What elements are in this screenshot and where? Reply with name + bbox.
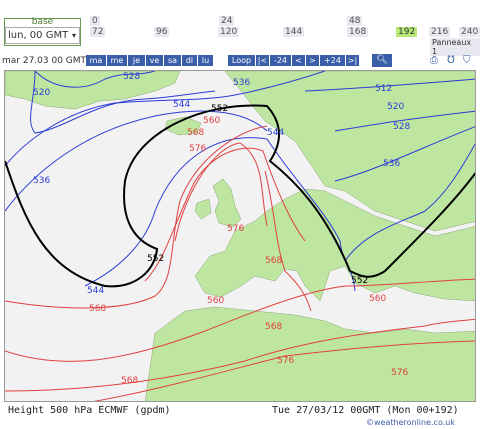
base-label: base (31, 17, 54, 27)
label-blue: 528 (123, 72, 140, 82)
label-red: 576 (391, 368, 408, 378)
hour-120[interactable]: 120 (218, 27, 240, 37)
flash-icon[interactable]: ℧ (447, 55, 455, 66)
day-di[interactable]: di (182, 55, 198, 66)
bookmark-icon[interactable]: ⛉ (463, 55, 471, 66)
label-red: 560 (89, 304, 106, 314)
day-sa[interactable]: sa (164, 55, 182, 66)
label-red: 560 (369, 294, 386, 304)
hour-24[interactable]: 24 (219, 16, 235, 26)
zoom-icon[interactable]: 🔍︎ (372, 54, 392, 67)
label-red: 568 (187, 128, 204, 138)
plus24-button[interactable]: +24 (320, 55, 346, 66)
label-red: 560 (207, 296, 224, 306)
label-blue: 536 (233, 78, 250, 88)
label-blue: 544 (267, 128, 284, 138)
label-552: 552 (351, 276, 368, 286)
label-blue: 544 (173, 100, 190, 110)
chevron-down-icon: ▾ (71, 31, 76, 40)
label-red: 568 (121, 376, 138, 386)
day-ve[interactable]: ve (146, 55, 164, 66)
hour-0[interactable]: 0 (90, 16, 100, 26)
weather-map: 520 528 536 536 544 512 520 528 536 544 … (4, 70, 476, 402)
minus24-button[interactable]: -24 (270, 55, 292, 66)
label-red: 568 (265, 322, 282, 332)
label-552: 552 (211, 104, 228, 114)
day-je[interactable]: je (128, 55, 146, 66)
hour-192[interactable]: 192 (396, 27, 418, 37)
label-blue: 512 (375, 84, 392, 94)
prev-button[interactable]: < (292, 55, 306, 66)
label-blue: 536 (33, 176, 50, 186)
label-blue: 528 (393, 122, 410, 132)
hour-48[interactable]: 48 (347, 16, 363, 26)
label-blue: 520 (33, 88, 50, 98)
base-select[interactable]: lun, 00 GMT ▾ (5, 27, 80, 44)
first-button[interactable]: |< (256, 55, 270, 66)
hour-240[interactable]: 240 (459, 27, 480, 37)
label-red: 576 (277, 356, 294, 366)
label-red: 560 (203, 116, 220, 126)
map-svg: 520 528 536 536 544 512 520 528 536 544 … (5, 71, 475, 401)
label-552: 552 (147, 254, 164, 264)
label-blue: 544 (87, 286, 104, 296)
label-red: 576 (227, 224, 244, 234)
day-ma[interactable]: ma (86, 55, 107, 66)
label-red: 576 (189, 144, 206, 154)
footer-date: Tue 27/03/12 00GMT (Mon 00+192) (272, 405, 459, 416)
last-button[interactable]: >| (346, 55, 360, 66)
day-lu[interactable]: lu (198, 55, 214, 66)
date-label: mar 27.03 00 GMT (2, 56, 87, 66)
loop-button[interactable]: Loop (228, 55, 256, 66)
next-button[interactable]: > (306, 55, 320, 66)
hour-96[interactable]: 96 (154, 27, 170, 37)
label-blue: 520 (387, 102, 404, 112)
copyright-link[interactable]: ©weatheronline.co.uk (366, 418, 455, 427)
panneaux-link[interactable]: Panneaux 1 (430, 38, 480, 56)
hour-168[interactable]: 168 (347, 27, 369, 37)
hour-72[interactable]: 72 (90, 27, 106, 37)
print-icon[interactable]: ⎙ (430, 55, 438, 66)
base-select-value: lun, 00 GMT (8, 30, 69, 41)
footer-title: Height 500 hPa ECMWF (gpdm) (8, 405, 171, 416)
day-me[interactable]: me (107, 55, 128, 66)
hour-144[interactable]: 144 (283, 27, 305, 37)
hour-216[interactable]: 216 (429, 27, 451, 37)
label-red: 568 (265, 256, 282, 266)
label-blue: 536 (383, 159, 400, 169)
